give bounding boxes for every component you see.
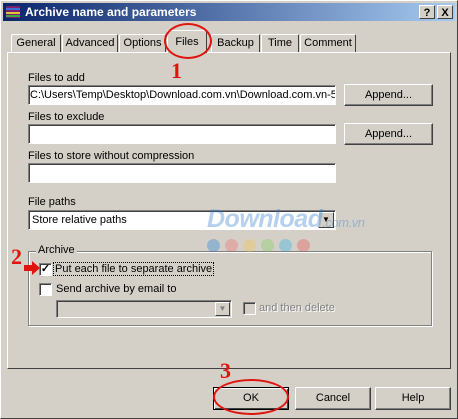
files-no-compression-label: Files to store without compression	[28, 150, 195, 162]
watermark-dot	[297, 239, 310, 252]
files-to-add-label: Files to add	[28, 72, 85, 84]
tab-advanced[interactable]: Advanced	[62, 34, 118, 52]
watermark-dot	[279, 239, 292, 252]
watermark-dot	[225, 239, 238, 252]
files-tab-highlight-ring	[164, 23, 212, 59]
help-button[interactable]: Help	[375, 387, 451, 410]
watermark-logo: Download.com.vn	[207, 205, 365, 234]
window-title: Archive name and parameters	[25, 5, 197, 19]
separate-archive-label[interactable]: Put each file to separate archive	[52, 262, 215, 276]
file-paths-label: File paths	[28, 196, 76, 208]
annotation-number-1: 1	[171, 58, 182, 83]
tab-time[interactable]: Time	[261, 34, 299, 52]
watermark-dot	[207, 239, 220, 252]
watermark-dot	[243, 239, 256, 252]
cancel-button[interactable]: Cancel	[295, 387, 371, 410]
email-address-combo: ▼	[56, 300, 232, 318]
file-paths-value: Store relative paths	[32, 214, 127, 226]
chevron-down-icon: ▼	[215, 302, 230, 316]
then-delete-label: and then delete	[259, 302, 335, 314]
send-email-label[interactable]: Send archive by email to	[56, 283, 176, 295]
files-to-exclude-input[interactable]	[28, 124, 336, 144]
then-delete-checkbox	[243, 302, 256, 315]
dialog-window: Archive name and parameters ? X General …	[0, 0, 458, 419]
close-title-button[interactable]: X	[437, 5, 453, 19]
tab-options[interactable]: Options	[119, 34, 166, 52]
title-bar[interactable]: Archive name and parameters	[3, 3, 455, 21]
red-arrow-icon	[24, 261, 40, 275]
files-to-exclude-label: Files to exclude	[28, 111, 105, 123]
tab-comment[interactable]: Comment	[300, 34, 356, 52]
archive-group-title: Archive	[36, 244, 77, 256]
append-files-to-add-button[interactable]: Append...	[344, 84, 433, 106]
annotation-number-3: 3	[220, 358, 231, 383]
tab-general[interactable]: General	[11, 34, 61, 52]
annotation-number-2: 2	[11, 244, 22, 269]
files-to-add-input[interactable]: C:\Users\Temp\Desktop\Download.com.vn\Do…	[28, 85, 336, 105]
watermark-dot	[261, 239, 274, 252]
send-email-checkbox[interactable]	[39, 283, 52, 296]
watermark-suffix: .com.vn	[322, 215, 365, 230]
watermark-main: Download	[207, 205, 323, 233]
winrar-app-icon	[6, 6, 20, 18]
help-title-button[interactable]: ?	[419, 5, 435, 19]
tab-backup[interactable]: Backup	[211, 34, 260, 52]
files-no-compression-input[interactable]	[28, 163, 336, 183]
ok-highlight-ring	[213, 379, 289, 415]
append-files-to-exclude-button[interactable]: Append...	[344, 123, 433, 145]
